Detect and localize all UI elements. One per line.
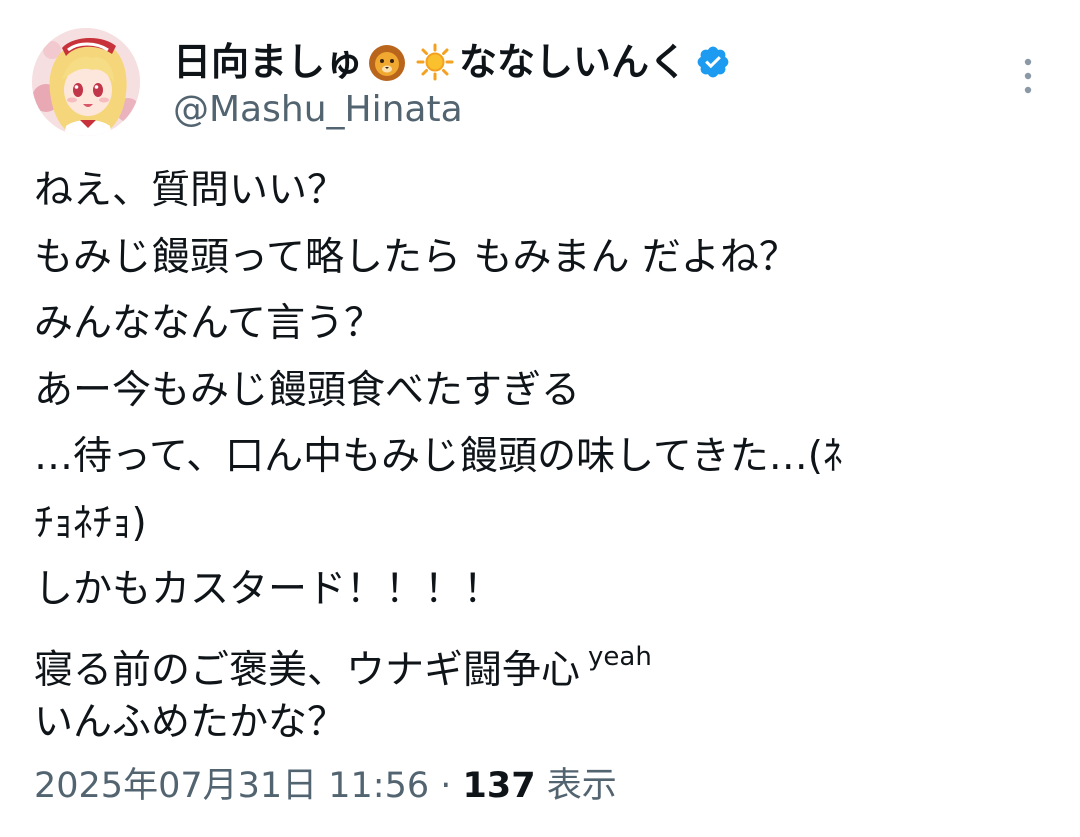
tweet-line: …待って、口ん中もみじ饅頭の味してきた…(ﾈ [34,434,843,479]
verified-badge-icon[interactable] [695,44,731,80]
tweet-line: みんななんて言う？ [34,301,384,346]
more-vertical-icon[interactable] [1022,56,1034,96]
author-handle[interactable]: @Mashu_Hinata [173,88,463,132]
lion-emoji-icon [367,42,407,82]
tweet-text: ねえ、質問いい？ もみじ饅頭って略したら もみまん だよね？ みんななんて言う？… [34,158,1054,757]
views-label[interactable]: 表示 [536,766,617,806]
tweet: 日向ましゅ ななしいんく @Mashu_Hinata ねえ、質問いい？ もみじ饅… [0,0,1080,837]
meta-separator: · [429,766,463,806]
tweet-line: ねえ、質問いい？ [34,168,347,213]
tweet-line: いんふめたかな？ [34,700,347,745]
author-name-part2[interactable]: ななしいんく [459,38,687,86]
author-name-part1[interactable]: 日向ましゅ [173,38,363,86]
views-count[interactable]: 137 [463,766,536,806]
tweet-line-with-suffix: 寝る前のご褒美、ウナギ闘争心 yeah [34,624,1054,693]
tweet-line: もみじ饅頭って略したら もみまん だよね？ [34,234,798,280]
tweet-line-suffix: yeah [588,641,652,672]
avatar[interactable] [32,28,140,136]
tweet-header: 日向ましゅ ななしいんく @Mashu_Hinata [32,28,1048,138]
tweet-line: 寝る前のご褒美、ウナギ闘争心 [34,647,581,693]
timestamp[interactable]: 2025年07月31日 11:56 [34,766,429,806]
tweet-line: ﾁｮﾈﾁｮ) [34,500,147,546]
sun-emoji-icon [415,42,455,82]
author-name[interactable]: 日向ましゅ ななしいんく [173,38,731,86]
tweet-meta: 2025年07月31日 11:56 · 137 表示 [34,762,617,810]
tweet-line: しかもカスタード！！！！ [34,567,503,612]
tweet-line: あー今もみじ饅頭食べたすぎる [34,367,581,413]
avatar-image [32,28,140,136]
